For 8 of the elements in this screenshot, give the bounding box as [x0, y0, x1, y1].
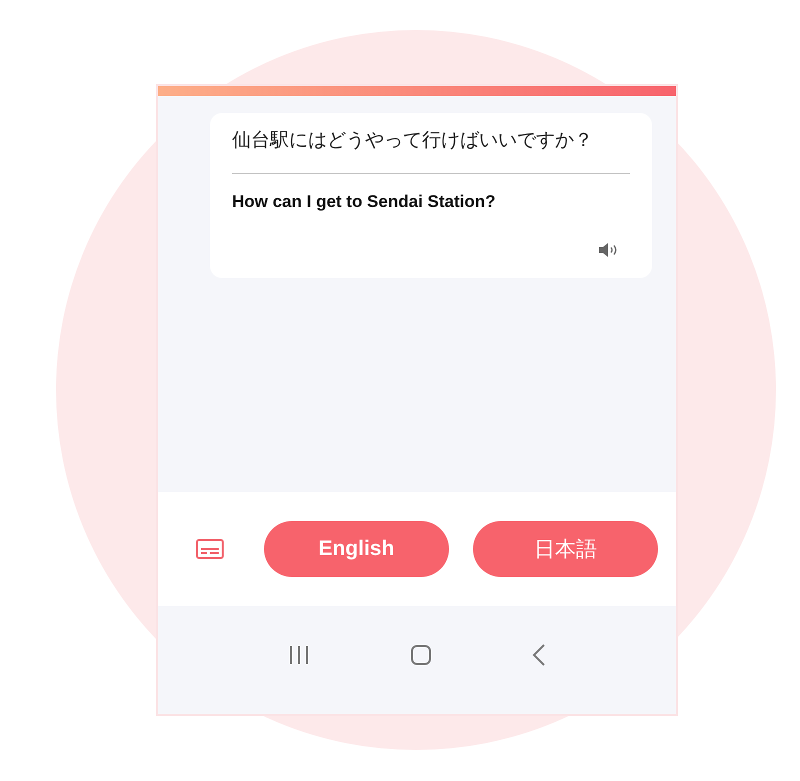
language-button[interactable]: 日本語: [472, 521, 658, 577]
language-button[interactable]: English: [264, 521, 449, 577]
home-icon[interactable]: [410, 644, 432, 666]
back-icon[interactable]: [532, 644, 546, 666]
source-text: 仙台駅にはどうやって行けばいいですか？: [232, 128, 594, 153]
translation-text: How can I get to Sendai Station?: [232, 192, 497, 212]
recent-apps-icon[interactable]: [288, 645, 310, 665]
keyboard-icon[interactable]: [196, 539, 224, 559]
